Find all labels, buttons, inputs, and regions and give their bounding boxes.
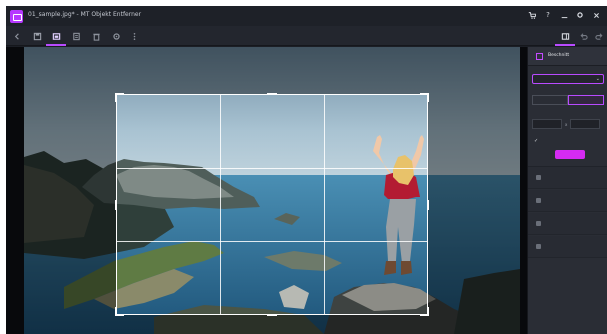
crop-handle-left[interactable] [115,200,117,210]
more-icon[interactable] [128,30,140,42]
adjust-icon [536,198,541,203]
grid-line-h2 [117,241,427,242]
keep-ratio-row[interactable]: ✓ [534,138,604,144]
image-canvas[interactable] [6,47,527,334]
crop-mask-right [428,94,527,315]
crop-handle-top-right[interactable] [420,93,429,102]
orientation-option-portrait[interactable] [568,95,604,105]
retouch-icon [536,221,541,226]
grid-line-v2 [324,95,325,314]
save-icon[interactable] [31,30,43,42]
height-field[interactable] [570,119,601,129]
crop-mask-bottom [6,315,527,334]
undo-arrow-icon[interactable] [577,30,589,42]
grid-line-h1 [117,168,427,169]
size-row: x [532,119,604,129]
crop-frame[interactable] [115,93,429,316]
toolbar [6,26,607,46]
orientation-option-landscape[interactable] [532,95,568,105]
text-icon [536,244,541,249]
crop-handle-bottom-right[interactable] [420,307,429,316]
width-field[interactable] [532,119,562,129]
crop-handle-top[interactable] [267,93,277,95]
crop-handle-top-left[interactable] [115,93,124,102]
apply-button[interactable] [555,150,585,159]
window-title: 01_sample.jpg* - MT Objekt Entferner [28,11,142,18]
delete-icon[interactable] [90,30,102,42]
cart-icon[interactable] [527,9,537,21]
toolbar-right [525,26,607,46]
crop-mask-top [6,47,527,94]
back-icon[interactable] [11,30,23,42]
crop-handle-bottom[interactable] [267,314,277,316]
redo-arrow-icon[interactable] [593,30,605,42]
crop-panel: Beschnitt ⌄ x ✓ [527,47,607,334]
filter-icon [536,175,541,180]
size-separator: x [565,121,568,127]
layers-icon[interactable] [555,30,575,46]
settings-icon[interactable] [575,9,585,21]
export-icon[interactable] [70,30,82,42]
panel-item-retouch[interactable] [528,213,607,235]
undo-icon[interactable] [110,30,122,42]
app-logo-icon [10,10,23,23]
orientation-toggle [532,95,604,105]
checkmark-icon[interactable]: ✓ [534,138,538,144]
crop-handle-bottom-left[interactable] [115,307,124,316]
panel-title: Beschnitt [548,53,570,58]
crop-mask-left [6,94,116,315]
minimize-icon[interactable] [559,9,569,21]
panel-item-adjust[interactable] [528,190,607,212]
help-icon[interactable]: ? [543,9,553,21]
title-bar: 01_sample.jpg* - MT Objekt Entferner ? [6,6,607,26]
close-icon[interactable] [591,9,601,21]
grid-line-v1 [220,95,221,314]
chevron-down-icon: ⌄ [595,76,600,82]
panel-header: Beschnitt [528,47,607,66]
panel-item-text[interactable] [528,236,607,258]
panel-item-filter[interactable] [528,167,607,189]
window-controls: ? [527,9,601,21]
app-window: 01_sample.jpg* - MT Objekt Entferner ? B… [6,6,607,334]
crop-panel-icon [536,53,543,60]
aspect-ratio-select[interactable]: ⌄ [532,74,604,84]
crop-handle-right[interactable] [427,200,429,210]
crop-icon[interactable] [46,30,66,46]
